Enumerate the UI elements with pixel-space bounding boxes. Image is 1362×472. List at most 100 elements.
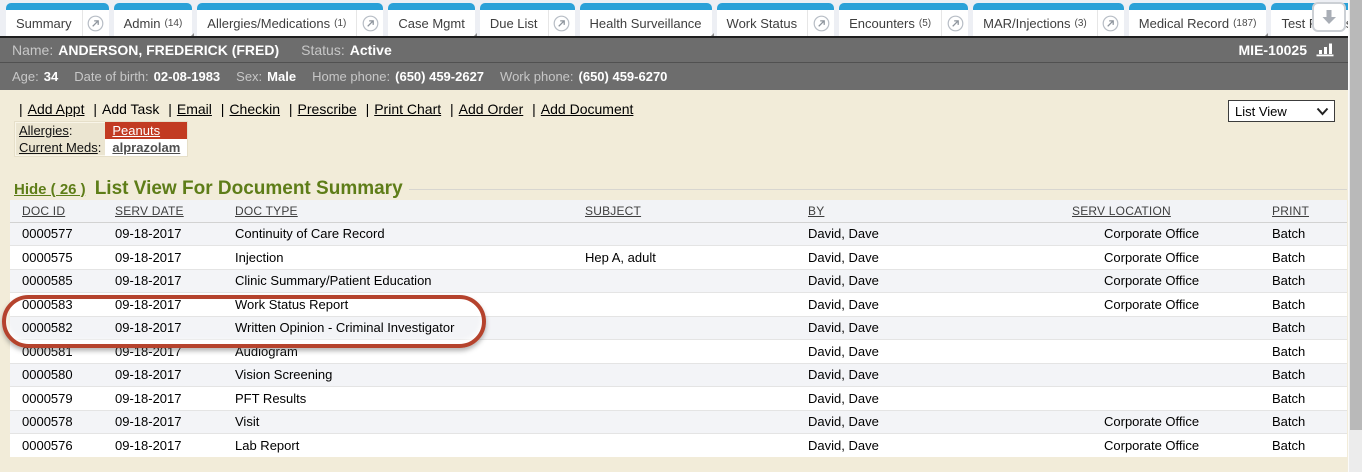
document-row[interactable]: 0000577 09-18-2017 Continuity of Care Re… <box>10 222 1347 246</box>
subject-cell <box>573 269 796 293</box>
flowsheet-chart-icon[interactable] <box>1315 42 1336 58</box>
action-link[interactable]: Email <box>177 101 212 117</box>
patient-dob: 02-08-1983 <box>154 69 221 84</box>
chart-tab[interactable]: Case Mgmt <box>388 3 474 36</box>
scrollbar-thumb[interactable] <box>1350 0 1362 430</box>
tab-popup-button[interactable] <box>807 10 834 36</box>
tab-label: Due List <box>490 16 538 31</box>
document-row[interactable]: 0000582 09-18-2017 Written Opinion - Cri… <box>10 316 1347 340</box>
chevron-down-icon <box>1316 107 1329 116</box>
allergies-link[interactable]: Allergies <box>19 123 69 138</box>
tab-label: Allergies/Medications <box>207 16 330 31</box>
chart-tab[interactable]: Allergies/Medications (1) <box>197 3 383 36</box>
tab-accent-bar <box>114 3 193 10</box>
chart-tab[interactable]: Summary <box>6 3 109 36</box>
tab-overflow-button[interactable] <box>1312 2 1346 32</box>
patient-name: ANDERSON, FREDERICK (FRED) <box>58 42 279 58</box>
tab-popup-button[interactable] <box>356 10 383 36</box>
by-cell: David, Dave <box>796 316 1060 340</box>
serv-location-cell: Corporate Office <box>1060 434 1260 458</box>
work-phone-label: Work phone: <box>500 69 573 84</box>
action-link[interactable]: Checkin <box>229 101 280 117</box>
doc-id-cell: 0000575 <box>10 246 103 270</box>
column-sort-link[interactable]: DOC ID <box>22 204 65 218</box>
by-cell: David, Dave <box>796 293 1060 317</box>
tab-label: Medical Record <box>1139 16 1229 31</box>
print-cell: Batch <box>1260 293 1347 317</box>
doc-type-cell: Written Opinion - Criminal Investigator <box>223 316 573 340</box>
subject-cell <box>573 387 796 411</box>
serv-date-cell: 09-18-2017 <box>103 340 223 364</box>
hide-count-link[interactable]: Hide ( 26 ) <box>14 181 86 198</box>
serv-location-cell: Corporate Office <box>1060 269 1260 293</box>
action-link[interactable]: Prescribe <box>298 101 357 117</box>
home-phone-label: Home phone: <box>312 69 390 84</box>
column-sort-link[interactable]: SERV LOCATION <box>1072 204 1171 218</box>
column-sort-link[interactable]: SUBJECT <box>585 204 641 218</box>
chart-tab[interactable]: Encounters (5) <box>839 3 968 36</box>
doc-id-cell: 0000577 <box>10 222 103 246</box>
doc-type-cell: Visit <box>223 410 573 434</box>
chart-tab[interactable]: Medical Record (187) <box>1129 3 1267 36</box>
column-sort-link[interactable]: BY <box>808 204 824 218</box>
subject-cell <box>573 434 796 458</box>
current-meds-link[interactable]: Current Meds <box>19 140 98 155</box>
popup-arrow-icon <box>362 15 379 32</box>
tab-count-badge: (14) <box>164 18 182 29</box>
document-row[interactable]: 0000581 09-18-2017 Audiogram David, Dave… <box>10 340 1347 364</box>
by-cell: David, Dave <box>796 434 1060 458</box>
serv-location-cell: Corporate Office <box>1060 222 1260 246</box>
chart-tab[interactable]: Admin (14) <box>114 3 193 36</box>
doc-id-cell: 0000578 <box>10 410 103 434</box>
subject-cell <box>573 410 796 434</box>
action-link[interactable]: Add Document <box>541 101 634 117</box>
chart-tab[interactable]: Health Surveillance <box>580 3 712 36</box>
print-cell: Batch <box>1260 434 1347 458</box>
patient-work-phone: (650) 459-6270 <box>579 69 668 84</box>
doc-id-cell: 0000581 <box>10 340 103 364</box>
action-links-row: |Add Appt |Add Task |Email |Checkin |Pre… <box>14 101 1348 118</box>
allergy-value-box: Peanuts <box>105 122 187 139</box>
down-arrow-icon <box>1320 8 1338 26</box>
tab-popup-button[interactable] <box>1097 10 1124 36</box>
chart-content: |Add Appt |Add Task |Email |Checkin |Pre… <box>0 90 1348 457</box>
view-mode-select[interactable]: List View <box>1228 100 1335 122</box>
action-link[interactable]: Add Appt <box>28 101 85 117</box>
med-value-box: alprazolam <box>105 139 187 156</box>
tab-label: MAR/Injections <box>983 16 1070 31</box>
document-row[interactable]: 0000583 09-18-2017 Work Status Report Da… <box>10 293 1347 317</box>
tab-label: Encounters <box>849 16 915 31</box>
tab-accent-bar <box>839 3 968 10</box>
chart-tab[interactable]: Work Status <box>717 3 835 36</box>
doc-type-cell: Injection <box>223 246 573 270</box>
tab-label: Work Status <box>727 16 798 31</box>
tab-popup-button[interactable] <box>548 10 575 36</box>
document-row[interactable]: 0000575 09-18-2017 Injection Hep A, adul… <box>10 246 1347 270</box>
subject-cell <box>573 222 796 246</box>
document-row[interactable]: 0000579 09-18-2017 PFT Results David, Da… <box>10 387 1347 411</box>
tab-popup-button[interactable] <box>941 10 968 36</box>
column-sort-link[interactable]: SERV DATE <box>115 204 184 218</box>
med-alprazolam-link[interactable]: alprazolam <box>112 140 180 155</box>
tab-label: Case Mgmt <box>398 16 464 31</box>
column-sort-link[interactable]: DOC TYPE <box>235 204 298 218</box>
vertical-scrollbar[interactable] <box>1348 0 1362 472</box>
allergy-peanuts-link[interactable]: Peanuts <box>112 123 160 138</box>
chart-tab[interactable]: MAR/Injections (3) <box>973 3 1124 36</box>
tab-popup-button[interactable] <box>82 10 109 36</box>
action-link[interactable]: Add Task <box>102 101 159 117</box>
action-link[interactable]: Print Chart <box>374 101 441 117</box>
document-row[interactable]: 0000576 09-18-2017 Lab Report David, Dav… <box>10 434 1347 458</box>
sex-label: Sex: <box>236 69 262 84</box>
by-cell: David, Dave <box>796 269 1060 293</box>
document-row[interactable]: 0000578 09-18-2017 Visit David, Dave Cor… <box>10 410 1347 434</box>
chart-tab[interactable]: Due List <box>480 3 575 36</box>
serv-date-cell: 09-18-2017 <box>103 246 223 270</box>
document-row[interactable]: 0000585 09-18-2017 Clinic Summary/Patien… <box>10 269 1347 293</box>
column-sort-link[interactable]: PRINT <box>1272 204 1309 218</box>
serv-date-cell: 09-18-2017 <box>103 293 223 317</box>
document-row[interactable]: 0000580 09-18-2017 Vision Screening Davi… <box>10 363 1347 387</box>
action-separator: | <box>532 101 536 117</box>
colon: : <box>98 140 102 155</box>
action-link[interactable]: Add Order <box>459 101 524 117</box>
